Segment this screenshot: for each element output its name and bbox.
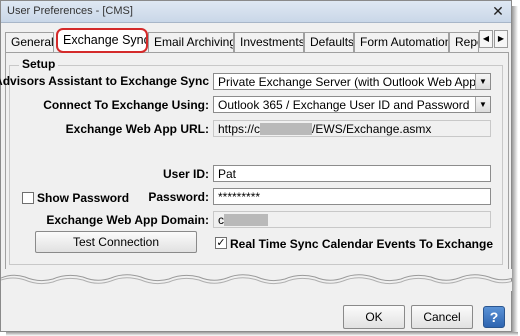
tab-scroll-right-icon[interactable]: ▶ (494, 30, 508, 48)
tab-general[interactable]: General (5, 32, 54, 52)
advisors-sync-value: Private Exchange Server (with Outlook We… (218, 75, 480, 89)
tab-email-archiving[interactable]: Email Archiving (148, 32, 234, 52)
tab-strip: General Exchange Sync Email Archiving In… (5, 28, 509, 53)
chevron-down-icon[interactable]: ▼ (475, 97, 490, 112)
advisors-sync-label: Advisors Assistant to Exchange Sync (0, 74, 209, 88)
chevron-down-icon[interactable]: ▼ (475, 74, 490, 89)
show-password-label: Show Password (37, 191, 130, 205)
realtime-sync-label: Real Time Sync Calendar Events To Exchan… (230, 237, 493, 251)
window-title: User Preferences - [CMS] (7, 5, 133, 17)
window-shadow-right (512, 6, 518, 334)
url-prefix: https://c (218, 122, 261, 136)
test-connection-button[interactable]: Test Connection (35, 231, 197, 253)
web-app-domain-label: Exchange Web App Domain: (46, 213, 209, 227)
connect-using-select[interactable]: Outlook 365 / Exchange User ID and Passw… (213, 96, 491, 113)
tab-reports[interactable]: Repo (449, 32, 479, 52)
ok-button[interactable]: OK (343, 305, 405, 329)
advisors-sync-select[interactable]: Private Exchange Server (with Outlook We… (213, 73, 491, 90)
tab-form-automation[interactable]: Form Automation (354, 32, 449, 52)
tab-scroll-left-icon[interactable]: ◀ (479, 30, 493, 48)
window-shadow-bottom (6, 332, 518, 336)
help-icon[interactable]: ? (483, 306, 505, 328)
redacted-block (260, 123, 313, 135)
torn-edge-divider (1, 269, 513, 291)
tab-exchange-sync[interactable]: Exchange Sync (56, 28, 148, 53)
password-input[interactable]: ********* (213, 188, 491, 205)
cancel-button[interactable]: Cancel (411, 305, 473, 329)
redacted-block (224, 214, 268, 226)
show-password-checkbox[interactable] (22, 192, 34, 204)
web-app-domain-field: c (213, 211, 491, 228)
realtime-sync-checkbox[interactable]: ✓ (215, 237, 227, 249)
tab-investments[interactable]: Investments (234, 32, 304, 52)
user-id-label: User ID: (162, 167, 209, 181)
setup-group-title: Setup (19, 57, 59, 71)
connect-using-label: Connect To Exchange Using: (43, 98, 209, 112)
title-bar: User Preferences - [CMS] ✕ (1, 1, 511, 23)
preferences-window: User Preferences - [CMS] ✕ General Excha… (0, 0, 513, 332)
url-suffix: /EWS/Exchange.asmx (312, 122, 432, 136)
tab-defaults[interactable]: Defaults (304, 32, 354, 52)
password-label: Password: (148, 190, 209, 204)
web-app-url-field: https://c/EWS/Exchange.asmx (213, 120, 491, 137)
web-app-url-label: Exchange Web App URL: (65, 122, 209, 136)
connect-using-value: Outlook 365 / Exchange User ID and Passw… (218, 98, 470, 112)
close-icon[interactable]: ✕ (489, 3, 507, 20)
user-id-input[interactable]: Pat (213, 165, 491, 182)
